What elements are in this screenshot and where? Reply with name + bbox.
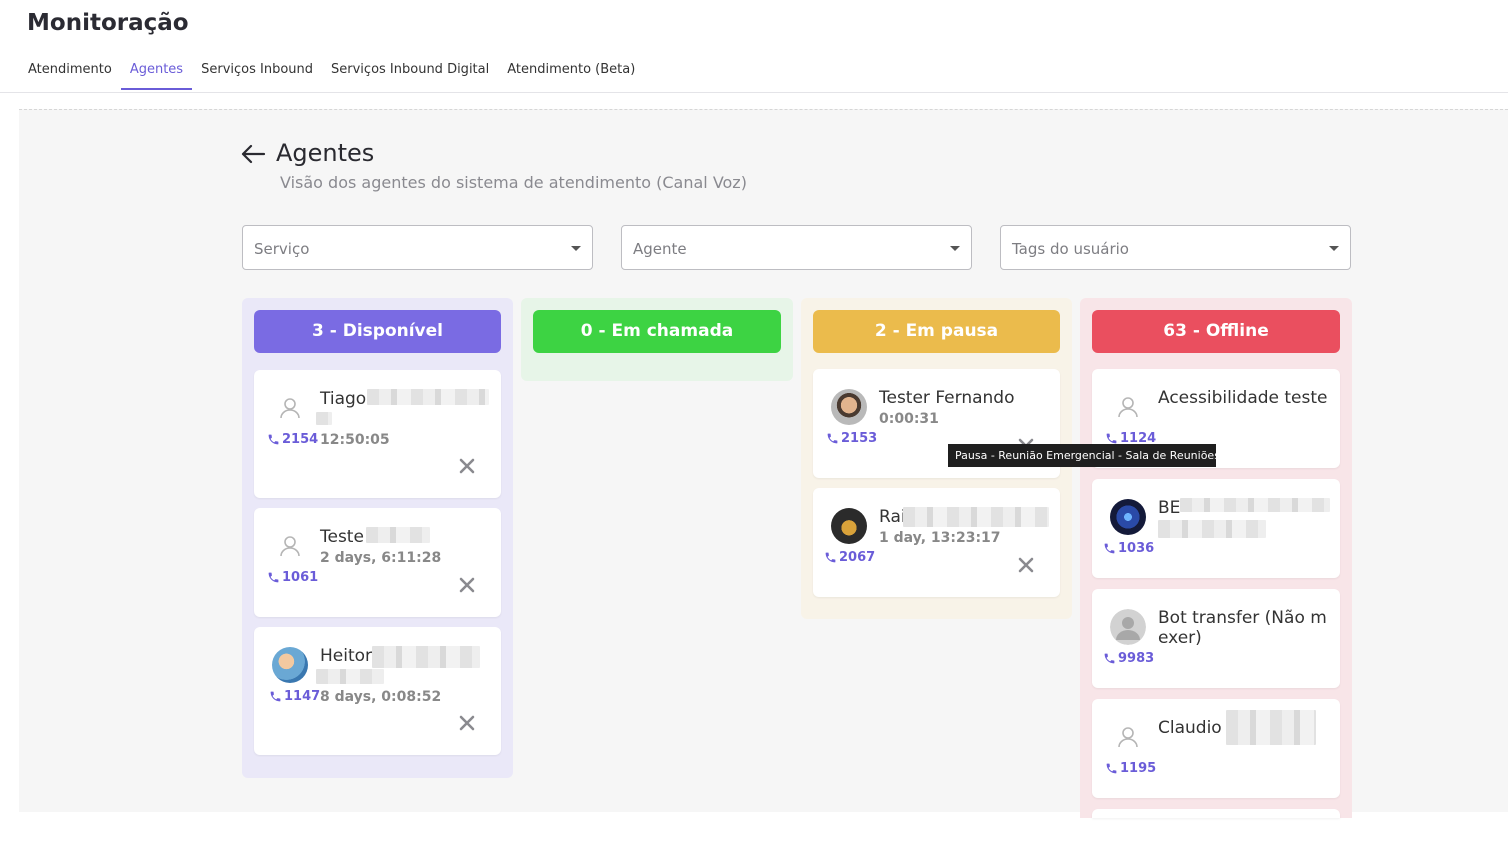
extension: 1061 xyxy=(267,570,318,585)
column-header-available: 3 - Disponível xyxy=(254,310,501,353)
column-offline: 63 - Offline Acessibilidade teste 1124 B… xyxy=(1080,298,1352,818)
redacted-text xyxy=(316,412,332,425)
tab-bar: Atendimento Agentes Serviços Inbound Ser… xyxy=(19,56,644,90)
agent-time: 0:00:31 xyxy=(879,411,939,427)
column-header-paused: 2 - Em pausa xyxy=(813,310,1060,353)
page-subtitle: Visão dos agentes do sistema de atendime… xyxy=(280,173,747,192)
tab-atendimento-beta[interactable]: Atendimento (Beta) xyxy=(498,56,644,87)
extension-number: 2153 xyxy=(841,431,878,446)
extension: 2154 xyxy=(267,432,318,447)
avatar xyxy=(1110,499,1146,535)
agent-card[interactable]: Bot transfer (Não m exer) 9983 xyxy=(1092,589,1340,688)
agent-name: Claudio xyxy=(1158,718,1222,738)
avatar xyxy=(272,647,308,683)
agent-card[interactable]: BE 1036 xyxy=(1092,479,1340,578)
agent-card[interactable]: Teste 2 days, 6:11:28 1061 xyxy=(254,508,501,617)
agent-select[interactable]: Agente xyxy=(621,225,972,270)
column-available: 3 - Disponível Tiago 2154 12:50:05 Teste… xyxy=(242,298,513,778)
phone-icon xyxy=(827,433,838,444)
back-arrow-icon[interactable] xyxy=(240,142,266,166)
agent-name: Heitor xyxy=(320,646,373,666)
column-in-call: 0 - Em chamada xyxy=(521,298,793,381)
agent-name: Rai xyxy=(879,507,906,527)
close-icon[interactable] xyxy=(458,576,476,594)
extension: 2153 xyxy=(826,431,877,446)
extension-number: 1147 xyxy=(284,689,321,704)
phone-icon xyxy=(268,572,279,583)
service-select[interactable]: Serviço xyxy=(242,225,593,270)
agent-time: 8 days, 0:08:52 xyxy=(320,689,442,705)
agent-name: Tester Fernando xyxy=(879,388,1015,408)
redacted-text xyxy=(366,527,430,543)
extension: 1036 xyxy=(1103,541,1154,556)
agent-time: 2 days, 6:11:28 xyxy=(320,550,442,566)
extension: 2067 xyxy=(824,550,875,565)
agent-name: Acessibilidade teste xyxy=(1158,388,1328,408)
column-header-offline: 63 - Offline xyxy=(1092,310,1340,353)
user-placeholder-icon xyxy=(280,398,300,419)
avatar xyxy=(831,389,867,425)
agent-card[interactable]: Rai 1 day, 13:23:17 2067 xyxy=(813,488,1060,597)
page-title: Agentes xyxy=(276,139,375,167)
default-avatar-icon xyxy=(1110,609,1146,645)
agent-name-line-2: exer) xyxy=(1158,628,1202,648)
close-icon[interactable] xyxy=(1017,556,1035,574)
phone-icon xyxy=(1104,543,1115,554)
redacted-text xyxy=(1180,498,1330,512)
agent-name: BE xyxy=(1158,498,1181,518)
user-placeholder-icon xyxy=(280,536,300,557)
user-placeholder-icon xyxy=(1118,727,1138,748)
agent-time: 1 day, 13:23:17 xyxy=(879,530,1001,546)
service-select-placeholder: Serviço xyxy=(254,240,310,258)
agent-card[interactable]: Heitor 1147 8 days, 0:08:52 xyxy=(254,627,501,755)
extension-number: 9983 xyxy=(1118,651,1155,666)
tab-atendimento[interactable]: Atendimento xyxy=(19,56,121,87)
extension-number: 1195 xyxy=(1120,761,1157,776)
tags-select-placeholder: Tags do usuário xyxy=(1012,240,1129,258)
agent-card[interactable]: Claudio 1195 xyxy=(1092,699,1340,798)
agent-time: 12:50:05 xyxy=(320,432,390,448)
close-icon[interactable] xyxy=(458,457,476,475)
user-placeholder-icon xyxy=(1118,397,1138,418)
tab-servicos-inbound-digital[interactable]: Serviços Inbound Digital xyxy=(322,56,498,87)
agent-card[interactable] xyxy=(1092,809,1340,818)
redacted-text xyxy=(316,669,384,684)
phone-icon xyxy=(268,434,279,445)
tab-agentes[interactable]: Agentes xyxy=(120,56,193,90)
extension: 1195 xyxy=(1105,761,1156,776)
agent-card[interactable]: Tiago 2154 12:50:05 xyxy=(254,370,501,498)
phone-icon xyxy=(825,552,836,563)
top-bar: Monitoração Atendimento Agentes Serviços… xyxy=(0,0,1508,93)
extension-number: 2067 xyxy=(839,550,876,565)
tags-select[interactable]: Tags do usuário xyxy=(1000,225,1351,270)
extension-number: 1036 xyxy=(1118,541,1155,556)
phone-icon xyxy=(1104,653,1115,664)
redacted-text xyxy=(372,646,480,668)
extension: 9983 xyxy=(1103,651,1154,666)
extension-number: 2154 xyxy=(282,432,319,447)
chevron-down-icon xyxy=(950,246,960,251)
agent-name: Tiago xyxy=(320,389,367,409)
redacted-text xyxy=(1158,520,1266,538)
chevron-down-icon xyxy=(1329,246,1339,251)
phone-icon xyxy=(270,691,281,702)
extension: 1147 xyxy=(269,689,320,704)
app-title: Monitoração xyxy=(27,10,189,36)
close-icon[interactable] xyxy=(458,714,476,732)
redacted-text xyxy=(367,389,489,405)
tab-servicos-inbound[interactable]: Serviços Inbound xyxy=(192,56,322,87)
chevron-down-icon xyxy=(571,246,581,251)
column-header-in-call: 0 - Em chamada xyxy=(533,310,781,353)
phone-icon xyxy=(1106,763,1117,774)
agent-name: Teste xyxy=(320,527,364,547)
avatar xyxy=(831,508,867,544)
agent-name-line-1: Bot transfer (Não m xyxy=(1158,608,1327,628)
extension-number: 1061 xyxy=(282,570,319,585)
redacted-text xyxy=(1226,710,1316,745)
redacted-text xyxy=(903,507,1049,527)
pause-reason-tooltip: Pausa - Reunião Emergencial - Sala de Re… xyxy=(948,444,1220,467)
agent-select-placeholder: Agente xyxy=(633,240,687,258)
